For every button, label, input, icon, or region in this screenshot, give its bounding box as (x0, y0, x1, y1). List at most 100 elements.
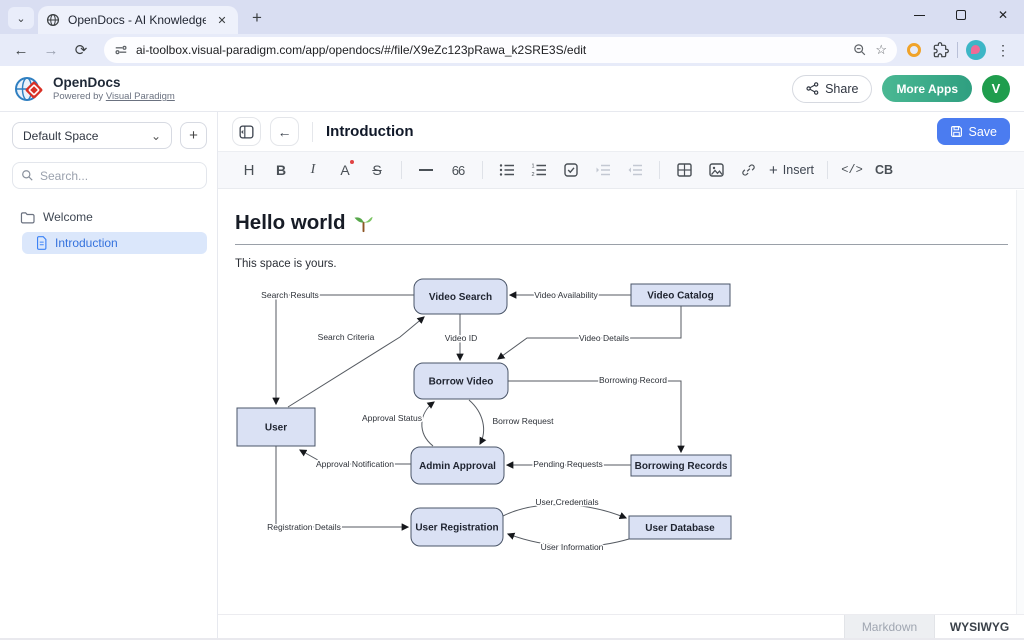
url-text: ai-toolbox.visual-paradigm.com/app/opend… (136, 43, 845, 57)
toolbar-divider (827, 161, 828, 179)
insert-button[interactable]: + Insert (765, 156, 818, 184)
mode-markdown-button[interactable]: Markdown (844, 615, 934, 638)
zoom-out-icon[interactable] (853, 43, 867, 57)
share-button[interactable]: Share (792, 75, 872, 103)
horizontal-rule-button[interactable] (411, 156, 441, 184)
heading-button[interactable]: H (234, 156, 264, 184)
toolbar-divider (957, 42, 958, 58)
data-flow-diagram: Video SearchVideo CatalogBorrow VideoUse… (230, 273, 742, 565)
tab-close-icon[interactable]: ✕ (214, 12, 230, 28)
dfd-edge-label: Search Criteria (318, 332, 375, 342)
task-list-button[interactable] (556, 156, 586, 184)
visual-paradigm-link[interactable]: Visual Paradigm (106, 91, 175, 102)
app-name: OpenDocs (53, 75, 175, 90)
svg-text:2: 2 (532, 172, 535, 177)
font-color-button[interactable]: A (330, 156, 360, 184)
browser-tab[interactable]: OpenDocs - AI Knowledge Base ✕ (38, 6, 238, 34)
site-settings-icon[interactable] (114, 43, 128, 57)
forward-button[interactable]: → (38, 37, 64, 63)
space-selector-dropdown[interactable]: Default Space ⌄ (12, 122, 172, 149)
back-button-editor[interactable]: ← (270, 117, 299, 146)
search-icon (21, 169, 34, 182)
save-button[interactable]: Save (937, 118, 1011, 145)
space-selector-value: Default Space (23, 129, 98, 143)
dfd-edge-label: Borrowing Record (599, 375, 667, 385)
globe-favicon-icon (46, 13, 60, 27)
strikethrough-button[interactable]: S (362, 156, 392, 184)
dfd-edge-admin-approval-to-borrow-video (422, 402, 434, 446)
tab-title: OpenDocs - AI Knowledge Base (68, 13, 206, 27)
italic-icon: I (311, 162, 316, 178)
outdent-icon (627, 163, 643, 177)
dfd-node-label-video-catalog: Video Catalog (647, 291, 714, 302)
extension-orange-icon[interactable] (907, 43, 921, 57)
document-canvas[interactable]: Hello world This space is yours. Video S… (218, 190, 1016, 614)
browser-window: ⌄ OpenDocs - AI Knowledge Base ✕ + ✕ ← →… (0, 0, 1024, 640)
bullet-list-button[interactable] (492, 156, 522, 184)
code-block-button[interactable]: CB (869, 156, 899, 184)
svg-text:1: 1 (532, 164, 535, 170)
window-close-button[interactable]: ✕ (982, 0, 1024, 30)
reload-button[interactable]: ⟳ (68, 37, 94, 63)
page-title: Introduction (326, 123, 413, 140)
sidebar-item-welcome[interactable]: Welcome (12, 207, 207, 227)
opendocs-logo-icon (14, 74, 44, 104)
numbered-list-icon: 12 (531, 163, 547, 177)
browser-menu-icon[interactable]: ⋮ (990, 42, 1016, 59)
italic-button[interactable]: I (298, 156, 328, 184)
back-button[interactable]: ← (8, 37, 34, 63)
address-bar[interactable]: ai-toolbox.visual-paradigm.com/app/opend… (104, 37, 897, 63)
add-document-button[interactable]: + (180, 122, 207, 149)
dfd-edge-label: Video Details (579, 333, 629, 343)
link-icon (741, 163, 756, 177)
formatting-toolbar: H B I A S 66 12 (218, 152, 1024, 189)
maximize-icon (956, 10, 966, 20)
document-icon (35, 236, 48, 250)
mode-wysiwyg-button[interactable]: WYSIWYG (934, 615, 1024, 638)
seedling-emoji-icon (353, 213, 374, 234)
new-tab-button[interactable]: + (244, 5, 270, 31)
dfd-edge-label: Approval Status (362, 413, 422, 423)
collapse-sidebar-button[interactable] (232, 117, 261, 146)
font-color-icon: A (340, 162, 349, 178)
sidebar-search[interactable] (12, 162, 207, 189)
link-button[interactable] (733, 156, 763, 184)
bold-icon: B (276, 162, 286, 178)
extensions-puzzle-icon[interactable] (933, 42, 949, 58)
sidebar-item-introduction[interactable]: Introduction (22, 232, 207, 254)
strikethrough-icon: S (372, 162, 381, 178)
share-label: Share (825, 82, 858, 96)
plus-icon: + (769, 162, 778, 179)
editor-header: ← Introduction Save (218, 112, 1024, 152)
folder-icon (20, 211, 35, 224)
dfd-edge-label: Search Results (261, 290, 319, 300)
browser-tab-strip: ⌄ OpenDocs - AI Knowledge Base ✕ + ✕ (0, 0, 1024, 34)
bold-button[interactable]: B (266, 156, 296, 184)
tab-search-chevron-button[interactable]: ⌄ (8, 7, 34, 29)
browser-profile-avatar[interactable] (966, 40, 986, 60)
document-tree: Welcome Introduction (12, 207, 207, 254)
outdent-button[interactable] (620, 156, 650, 184)
chevron-down-icon: ⌄ (16, 12, 25, 25)
numbered-list-button[interactable]: 12 (524, 156, 554, 184)
indent-button[interactable] (588, 156, 618, 184)
insert-label: Insert (783, 163, 814, 177)
document-scrollbar[interactable] (1016, 190, 1024, 614)
blockquote-button[interactable]: 66 (443, 156, 473, 184)
search-input[interactable] (40, 169, 198, 183)
window-maximize-button[interactable] (940, 0, 982, 30)
dfd-edge-label: Borrow Request (493, 416, 555, 426)
dfd-node-label-user-registration: User Registration (415, 523, 498, 534)
save-floppy-icon (950, 125, 963, 138)
inline-code-button[interactable]: </> (837, 156, 867, 184)
dfd-edge-borrow-video-to-admin-approval (469, 400, 484, 444)
user-avatar[interactable]: V (982, 75, 1010, 103)
table-button[interactable] (669, 156, 699, 184)
image-button[interactable] (701, 156, 731, 184)
browser-toolbar: ← → ⟳ ai-toolbox.visual-paradigm.com/app… (0, 34, 1024, 66)
more-apps-button[interactable]: More Apps (882, 75, 972, 102)
window-minimize-button[interactable] (898, 0, 940, 30)
editor-panel: ← Introduction Save H B I A S 66 12 (218, 112, 1024, 640)
bookmark-star-icon[interactable]: ☆ (875, 42, 887, 58)
dfd-node-label-admin-approval: Admin Approval (419, 461, 496, 472)
